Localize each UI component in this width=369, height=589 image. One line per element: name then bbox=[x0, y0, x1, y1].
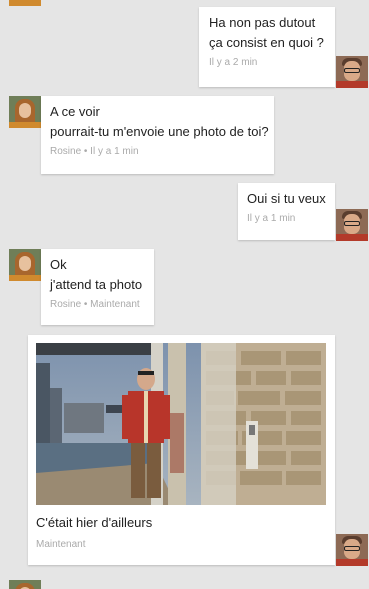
message-timestamp: Rosine • Il y a 1 min bbox=[50, 146, 139, 157]
message-timestamp: Rosine • Maintenant bbox=[50, 299, 140, 310]
message-timestamp: Maintenant bbox=[36, 539, 86, 550]
message-line: ça consist en quoi ? bbox=[209, 35, 324, 50]
shared-photo[interactable] bbox=[36, 343, 326, 505]
sent-message-bubble[interactable]: Ha non pas dutout ça consist en quoi ? I… bbox=[199, 7, 335, 87]
sent-photo-message-bubble[interactable]: C'était hier d'ailleurs Maintenant bbox=[28, 335, 335, 565]
message-line: Ok bbox=[50, 257, 67, 272]
message-timestamp: Il y a 1 min bbox=[247, 213, 296, 224]
contact-avatar-icon[interactable] bbox=[9, 249, 41, 281]
message-line: j'attend ta photo bbox=[50, 277, 143, 292]
user-avatar-icon[interactable] bbox=[336, 209, 368, 241]
user-avatar-icon[interactable] bbox=[336, 534, 368, 566]
contact-avatar-icon[interactable] bbox=[9, 0, 41, 6]
sent-message-bubble[interactable]: Oui si tu veux Il y a 1 min bbox=[238, 183, 335, 240]
photo-caption: C'était hier d'ailleurs bbox=[36, 515, 153, 530]
message-line: Ha non pas dutout bbox=[209, 15, 316, 30]
contact-avatar-icon[interactable] bbox=[9, 96, 41, 128]
message-line: Oui si tu veux bbox=[247, 191, 326, 206]
message-line: pourrait-tu m'envoie une photo de toi? bbox=[50, 124, 269, 139]
user-avatar-icon[interactable] bbox=[336, 56, 368, 88]
received-message-bubble[interactable]: A ce voir pourrait-tu m'envoie une photo… bbox=[41, 96, 274, 174]
contact-avatar-icon[interactable] bbox=[9, 580, 41, 589]
message-line: A ce voir bbox=[50, 104, 100, 119]
received-message-bubble[interactable]: Ok j'attend ta photo Rosine • Maintenant bbox=[41, 249, 154, 325]
message-timestamp: Il y a 2 min bbox=[209, 57, 258, 68]
shared-photo-image bbox=[36, 343, 326, 505]
